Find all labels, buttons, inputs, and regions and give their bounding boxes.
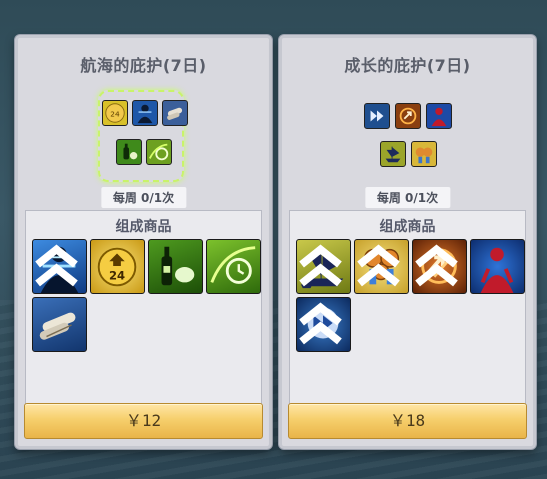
- scroll-bundle-icon: [162, 100, 188, 126]
- preview-icons: 24: [18, 90, 269, 182]
- package-card-voyage[interactable]: 航海的庇护(7日) 24 每周 0/1次 组成商品 24 ￥12: [15, 35, 272, 449]
- red-figure-icon[interactable]: [470, 239, 525, 294]
- contents-panel: 组成商品 24: [25, 210, 262, 406]
- svg-text:24: 24: [110, 110, 120, 119]
- buy-button[interactable]: ￥12: [24, 403, 263, 439]
- bottle-food-icon: [116, 139, 142, 165]
- sailing-fleet-icon: [380, 141, 406, 167]
- red-figure-icon: [426, 103, 452, 129]
- contents-label: 组成商品: [379, 219, 436, 235]
- contents-label: 组成商品: [115, 219, 172, 235]
- package-title: 成长的庇护(7日): [344, 56, 471, 75]
- medals-icon[interactable]: [354, 239, 409, 294]
- preview-icons: [282, 96, 533, 176]
- scroll-bundle-icon[interactable]: [32, 297, 87, 352]
- medals-icon: [411, 141, 437, 167]
- bottle-food-icon[interactable]: [148, 239, 203, 294]
- speed-clock-icon[interactable]: [206, 239, 261, 294]
- purchase-limit: 每周 0/1次: [100, 187, 187, 208]
- fast-forward-icon[interactable]: [296, 297, 351, 352]
- buy-button[interactable]: ￥18: [288, 403, 527, 439]
- gold-coin-24-icon[interactable]: 24: [90, 239, 145, 294]
- orange-arrow-boost-icon[interactable]: [412, 239, 467, 294]
- purchase-limit: 每周 0/1次: [364, 187, 451, 208]
- fast-forward-icon: [364, 103, 390, 129]
- gold-coin-24-icon: 24: [102, 100, 128, 126]
- sailor-figure-icon[interactable]: [32, 239, 87, 294]
- svg-text:24: 24: [109, 269, 125, 283]
- orange-arrow-boost-icon: [395, 103, 421, 129]
- sailing-fleet-icon[interactable]: [296, 239, 351, 294]
- speed-clock-icon: [146, 139, 172, 165]
- package-title: 航海的庇护(7日): [80, 56, 207, 75]
- sailor-figure-icon: [132, 100, 158, 126]
- package-card-growth[interactable]: 成长的庇护(7日) 每周 0/1次 组成商品 ￥18: [279, 35, 536, 449]
- contents-panel: 组成商品: [289, 210, 526, 406]
